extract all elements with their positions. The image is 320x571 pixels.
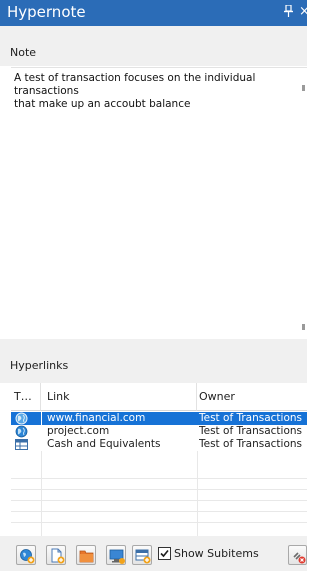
owner-cell[interactable]: Test of Transactions xyxy=(197,412,307,425)
table-row[interactable]: Cash and Equivalents Test of Transaction… xyxy=(11,438,307,451)
show-subitems-checkbox[interactable] xyxy=(158,547,171,560)
column-header-owner[interactable]: Owner xyxy=(197,383,307,411)
hyperlinks-label: Hyperlinks xyxy=(10,359,69,372)
grid-line xyxy=(11,478,307,479)
add-screen-link-button[interactable] xyxy=(106,545,126,565)
scrollbar-top-mark[interactable] xyxy=(302,85,305,91)
remove-link-button[interactable] xyxy=(288,545,307,565)
column-header-type[interactable]: T… xyxy=(11,383,41,411)
link-cell[interactable]: www.financial.com xyxy=(42,412,197,425)
owner-cell[interactable]: Test of Transactions xyxy=(199,425,307,438)
grid-line xyxy=(11,522,307,523)
globe-icon xyxy=(11,412,41,425)
note-label: Note xyxy=(10,46,37,59)
note-section-header: Note xyxy=(0,26,307,66)
window-title: Hypernote xyxy=(7,3,86,21)
add-item-link-button[interactable] xyxy=(132,545,152,565)
add-web-link-button[interactable] xyxy=(16,545,36,565)
close-icon[interactable]: × xyxy=(299,4,310,19)
grid-line xyxy=(11,489,307,490)
hyperlinks-grid[interactable]: T… Link Owner www.financial.com Test of … xyxy=(11,383,307,536)
link-cell[interactable]: Cash and Equivalents xyxy=(47,438,197,451)
hyperlinks-toolbar: Show Subitems xyxy=(0,536,307,571)
add-document-link-button[interactable] xyxy=(46,545,66,565)
owner-cell[interactable]: Test of Transactions xyxy=(199,438,307,451)
grid-line xyxy=(11,511,307,512)
show-subitems-label[interactable]: Show Subitems xyxy=(174,547,259,560)
grid-line xyxy=(197,451,198,536)
grid-line xyxy=(11,500,307,501)
note-text[interactable]: A test of transaction focuses on the ind… xyxy=(14,72,300,111)
table-row[interactable]: www.financial.com Test of Transactions xyxy=(11,412,307,425)
window-titlebar: Hypernote × xyxy=(0,0,310,26)
scrollbar-bottom-mark[interactable] xyxy=(302,324,305,330)
table-icon xyxy=(15,438,37,451)
column-header-link[interactable]: Link xyxy=(41,383,197,411)
add-folder-link-button[interactable] xyxy=(76,545,96,565)
globe-icon xyxy=(15,425,37,438)
link-cell[interactable]: project.com xyxy=(47,425,197,438)
table-row[interactable]: project.com Test of Transactions xyxy=(11,425,307,438)
pin-icon[interactable] xyxy=(284,4,293,20)
grid-line xyxy=(41,451,42,536)
note-textarea[interactable]: A test of transaction focuses on the ind… xyxy=(11,67,307,339)
hyperlinks-section-header: Hyperlinks xyxy=(0,339,307,383)
